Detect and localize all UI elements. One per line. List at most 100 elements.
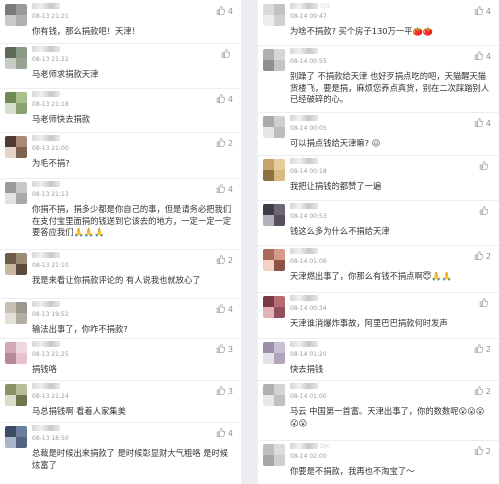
comment-text: 马老师快去捐款 — [32, 114, 91, 124]
avatar[interactable] — [263, 249, 285, 271]
username[interactable] — [32, 425, 72, 432]
username[interactable] — [32, 301, 72, 308]
avatar[interactable] — [5, 182, 27, 204]
timestamp: 08-13 18:50 — [32, 435, 69, 442]
username[interactable] — [290, 203, 330, 210]
comment-text: 马云 中国第一首富。天津出事了，你的数数呢😮😮😮😮😮 — [290, 406, 485, 428]
avatar[interactable] — [5, 92, 27, 114]
avatar[interactable] — [5, 136, 27, 158]
comment-text: 为啥不捐款? 买个房子130万一平🍅🍅 — [290, 26, 434, 36]
avatar[interactable] — [263, 204, 285, 226]
avatar[interactable] — [5, 253, 27, 275]
avatar[interactable] — [263, 159, 285, 181]
username[interactable]: 1030 — [290, 3, 330, 10]
like-button[interactable]: 4 — [216, 428, 233, 438]
like-button[interactable]: 4 — [216, 184, 233, 194]
like-button[interactable]: 2 — [474, 386, 491, 396]
like-count: 3 — [227, 345, 233, 354]
username[interactable] — [290, 158, 330, 165]
like-count: 2 — [485, 387, 491, 396]
avatar[interactable] — [263, 116, 285, 138]
like-button[interactable] — [479, 298, 491, 308]
like-button[interactable]: 4 — [216, 94, 233, 104]
like-button[interactable]: 4 — [474, 51, 491, 61]
like-button[interactable]: 4 — [474, 6, 491, 16]
thumbs-up-icon — [474, 446, 486, 456]
comment-text: 别躁了 不捐款给天津 也好歹捐点吃的吧，天猫醒天猫货楼飞，要是捐，麻烦您养点真货… — [290, 71, 490, 104]
username[interactable] — [32, 252, 72, 259]
comment-item: 08-14 00:55 别躁了 不捐款给天津 也好歹捐点吃的吧，天猫醒天猫货楼飞，… — [258, 45, 499, 113]
timestamp: 08-14 00:34 — [290, 305, 327, 312]
comment-item: 08-13 21:18 马老师快去捐款 4 — [0, 88, 241, 133]
username[interactable] — [290, 295, 330, 302]
timestamp: 08-13 21:22 — [32, 56, 69, 63]
timestamp: 08-14 00:53 — [290, 213, 327, 220]
thumbs-up-icon — [474, 386, 486, 396]
username[interactable] — [32, 46, 72, 53]
avatar[interactable] — [263, 384, 285, 406]
like-button[interactable]: 2 — [474, 251, 491, 261]
comment-item: 08-13 19:52 输法出事了，你咋不捐款? 4 — [0, 298, 241, 339]
like-button[interactable]: 2 — [216, 255, 233, 265]
comment-item: 08-13 21:25 捐钱咯 3 — [0, 338, 241, 381]
avatar[interactable] — [263, 342, 285, 364]
comment-item: 08-14 01:00 马云 中国第一首富。天津出事了，你的数数呢😮😮😮😮😮 2 — [258, 380, 499, 441]
comment-item: 08-13 18:50 总裁是时候出来捐款了 是时候彰显财大气粗咯 是时候炫富了 4 — [0, 422, 241, 484]
username[interactable] — [32, 383, 72, 390]
like-button[interactable]: 2 — [216, 138, 233, 148]
like-button[interactable]: 2 — [474, 344, 491, 354]
like-button[interactable]: 4 — [216, 6, 233, 16]
username[interactable] — [290, 48, 330, 55]
comment-text: 你捐不捐，捐多少都是你自己的事，但是请务必把我们在支付宝里面捐的钱送到它该去的地… — [32, 204, 232, 237]
like-button[interactable]: 2 — [474, 446, 491, 456]
timestamp: 08-14 00:18 — [290, 168, 327, 175]
thumbs-up-icon — [216, 304, 228, 314]
timestamp: 08-14 02:00 — [290, 453, 327, 460]
avatar[interactable] — [263, 296, 285, 318]
comment-text: 天津谁消爆炸事故，阿里巴巴捐款何时发声 — [290, 318, 448, 328]
like-button[interactable]: 4 — [216, 304, 233, 314]
like-button[interactable]: 3 — [216, 344, 233, 354]
avatar[interactable] — [263, 49, 285, 71]
thumbs-up-icon — [479, 161, 491, 171]
right-comment-panel: 103008-14 09:47为啥不捐款? 买个房子130万一平🍅🍅408-14… — [258, 0, 499, 484]
username[interactable] — [290, 341, 330, 348]
username[interactable]: Dec — [290, 443, 330, 450]
username[interactable] — [32, 3, 72, 10]
timestamp: 08-13 21:24 — [32, 393, 69, 400]
like-count: 2 — [227, 256, 233, 265]
comment-text: 捐钱咯 — [32, 364, 57, 374]
avatar[interactable] — [263, 444, 285, 466]
username[interactable] — [290, 248, 330, 255]
avatar[interactable] — [5, 384, 27, 406]
username[interactable] — [290, 115, 330, 122]
thumbs-up-icon — [216, 94, 228, 104]
username[interactable] — [290, 383, 330, 390]
comment-item: 08-13 21:13 你捐不捐，捐多少都是你自己的事，但是请务必把我们在支付宝里… — [0, 178, 241, 250]
like-count: 2 — [485, 252, 491, 261]
username[interactable] — [32, 181, 72, 188]
comment-item: 08-14 00:53 钱这么多为什么不捐给天津 — [258, 200, 499, 246]
username[interactable] — [32, 135, 72, 142]
username[interactable] — [32, 91, 72, 98]
comment-item: 08-13 21:10 我是来看让你捐款评论的 有人说我也就放心了 2 — [0, 249, 241, 299]
timestamp: 08-13 21:10 — [32, 262, 69, 269]
like-button[interactable] — [479, 161, 491, 171]
like-button[interactable]: 4 — [474, 118, 491, 128]
avatar[interactable] — [263, 4, 285, 26]
comment-item: 08-13 21:24 马总捐钱啊 看着人家集美 3 — [0, 380, 241, 423]
avatar[interactable] — [5, 47, 27, 69]
username[interactable] — [32, 341, 72, 348]
like-button[interactable] — [479, 206, 491, 216]
like-button[interactable] — [221, 49, 233, 59]
thumbs-up-icon — [216, 344, 228, 354]
thumbs-up-icon — [474, 251, 486, 261]
timestamp: 08-13 21:13 — [32, 191, 69, 198]
avatar[interactable] — [5, 426, 27, 448]
comment-text: 钱这么多为什么不捐给天津 — [290, 226, 390, 236]
avatar[interactable] — [5, 302, 27, 324]
avatar[interactable] — [5, 4, 27, 26]
like-button[interactable]: 3 — [216, 386, 233, 396]
timestamp: 08-13 21:18 — [32, 101, 69, 108]
avatar[interactable] — [5, 342, 27, 364]
